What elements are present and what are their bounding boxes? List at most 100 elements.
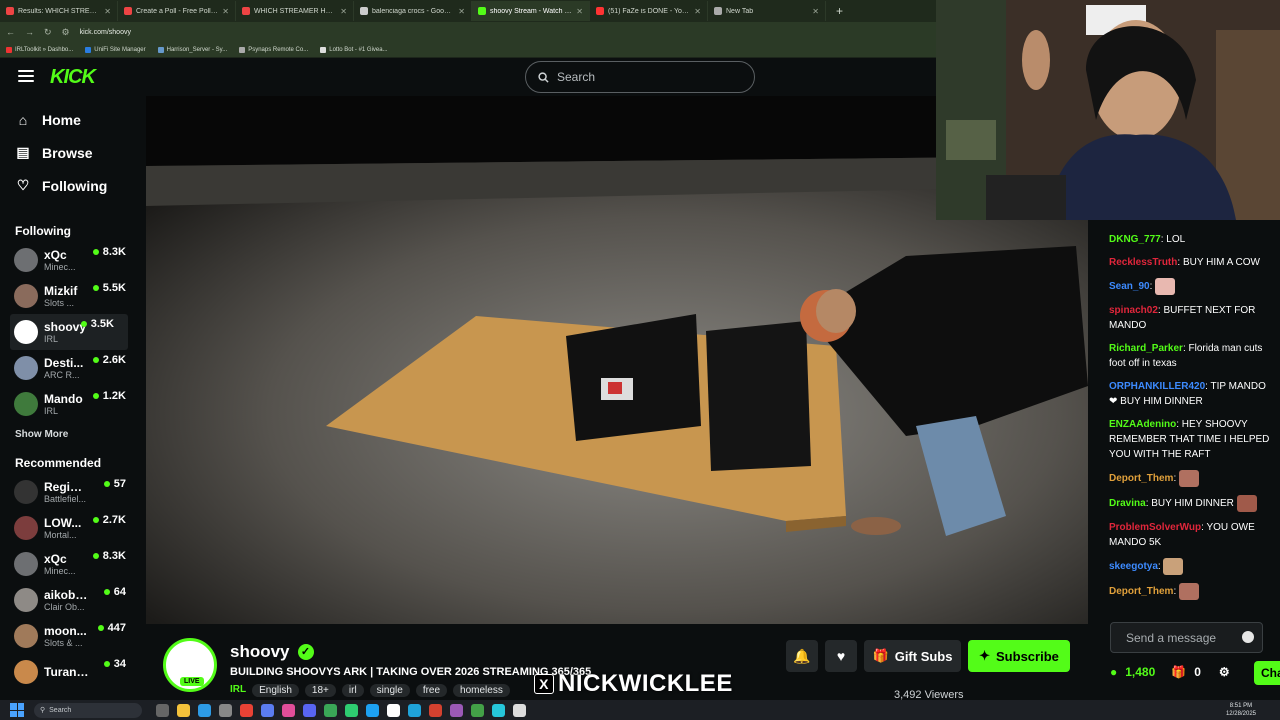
browser-tab[interactable]: Results: WHICH STREAMER HAS✕ [0, 1, 118, 21]
chat-username[interactable]: Deport_Them [1109, 586, 1173, 597]
tab-close-icon[interactable]: ✕ [340, 7, 347, 16]
windows-start-icon[interactable] [10, 703, 24, 717]
chat-username[interactable]: spinach02 [1109, 305, 1158, 316]
sidebar-channel[interactable]: xQc Minec... 8.3K [0, 546, 140, 582]
sidebar-channel[interactable]: xQc Minec... 8.3K [0, 242, 140, 278]
app-icon[interactable] [429, 703, 442, 717]
sidebar-channel[interactable]: Regime...Battlefiel... 57 [0, 474, 140, 510]
tab-close-icon[interactable]: ✕ [222, 7, 229, 16]
tab-close-icon[interactable]: ✕ [576, 7, 583, 16]
app-icon[interactable] [408, 703, 421, 717]
edge-icon[interactable] [198, 703, 211, 717]
tab-favicon-icon [242, 7, 250, 15]
kick-logo[interactable]: KICK [50, 66, 96, 89]
chat-send-button[interactable]: Cha [1254, 661, 1280, 685]
chrome-icon[interactable] [240, 703, 253, 717]
subscribe-button[interactable]: ✦ Subscribe [968, 640, 1070, 672]
app-icon[interactable] [282, 703, 295, 717]
sidebar-channel[interactable]: aikoblissClair Ob... 64 [0, 582, 140, 618]
site-info-icon[interactable]: ⚙ [62, 27, 70, 38]
stream-tag[interactable]: single [369, 684, 410, 697]
obs-icon[interactable] [513, 703, 526, 717]
store-icon[interactable] [219, 703, 232, 717]
chat-username[interactable]: Deport_Them [1109, 473, 1173, 484]
sidebar-channel[interactable]: Desti... ARC R... 2.6K [0, 350, 140, 386]
nav-browse[interactable]: ▤ Browse [0, 136, 140, 169]
sidebar-channel[interactable]: LOW... Mortal... 2.7K [0, 510, 140, 546]
browser-tab[interactable]: Create a Poll - Free Poll Maker✕ [118, 1, 236, 21]
bookmark-item[interactable]: UniFi Site Manager [85, 46, 146, 53]
chat-username[interactable]: DKNG_777 [1109, 234, 1161, 245]
stream-tag[interactable]: free [415, 684, 448, 697]
browser-tab[interactable]: shoovy Stream - Watch Liv ✕ [472, 1, 590, 21]
tab-close-icon[interactable]: ✕ [812, 7, 819, 16]
app-icon[interactable] [345, 703, 358, 717]
stream-tag[interactable]: 18+ [304, 684, 336, 697]
chat-username[interactable]: Dravina [1109, 498, 1146, 509]
app-icon[interactable] [324, 703, 337, 717]
chat-message: Dravina: BUY HIM DINNER [1096, 495, 1280, 512]
app-icon[interactable] [450, 703, 463, 717]
bookmark-item[interactable]: Psynaps Remote Co... [239, 46, 308, 53]
category-link[interactable]: IRL [230, 684, 246, 697]
streamer-name[interactable]: shoovy [230, 642, 290, 662]
sidebar-channel[interactable]: Mizkif Slots ... 5.5K [0, 278, 140, 314]
stream-tag[interactable]: homeless [453, 684, 510, 697]
chat-username[interactable]: ENZAAdenino [1109, 419, 1176, 430]
settings-icon[interactable]: ⚙ [1219, 665, 1230, 679]
chat-input[interactable]: Send a message [1110, 622, 1263, 653]
bookmark-item[interactable]: Harrison_Server - Sy... [157, 46, 227, 53]
search-input[interactable]: Search [525, 61, 755, 93]
show-more-link[interactable]: Show More [0, 422, 140, 448]
reload-icon[interactable]: ↻ [44, 27, 52, 38]
bookmark-item[interactable]: Lotto Bot - #1 Givea... [320, 46, 388, 53]
sidebar-channel[interactable]: Mando IRL 1.2K [0, 386, 140, 422]
nav-home[interactable]: ⌂ Home [0, 103, 140, 136]
channel-category: ARC R... [44, 370, 80, 380]
chat-username[interactable]: ORPHANKILLER420 [1109, 381, 1205, 392]
back-icon[interactable]: ← [6, 27, 15, 37]
tab-close-icon[interactable]: ✕ [104, 7, 111, 16]
emoji-icon[interactable] [1242, 631, 1254, 643]
chat-username[interactable]: Sean_90 [1109, 281, 1150, 292]
task-view-icon[interactable] [156, 703, 169, 717]
notification-bell-button[interactable]: 🔔 [786, 640, 818, 672]
file-explorer-icon[interactable] [177, 703, 190, 717]
live-dot-icon [92, 249, 99, 255]
chat-username[interactable]: Richard_Parker [1109, 343, 1183, 354]
sidebar-channel[interactable]: moon... Slots & ... 447 [0, 618, 140, 654]
app-icon[interactable] [261, 703, 274, 717]
chat-username[interactable]: skeegotya [1109, 561, 1158, 572]
gift-icon[interactable]: 🎁 [1171, 665, 1186, 679]
app-icon[interactable] [492, 703, 505, 717]
bookmark-item[interactable]: IRLToolkit » Dashbo... [6, 46, 73, 53]
taskbar-search[interactable]: ⚲ Search [34, 702, 142, 718]
app-icon[interactable] [366, 703, 379, 717]
taskbar-clock[interactable]: 8:51 PM 12/28/2025 [1226, 702, 1256, 718]
sidebar-channel[interactable]: TuranS... 34 [0, 654, 140, 690]
points-icon[interactable]: ● [1110, 665, 1117, 679]
tab-close-icon[interactable]: ✕ [458, 7, 465, 16]
stream-tag[interactable]: English [252, 684, 299, 697]
sidebar-channel[interactable]: shoovy IRL 3.5K [10, 314, 128, 350]
browser-tab[interactable]: New Tab ✕ [708, 1, 826, 21]
tab-favicon-icon [478, 7, 486, 15]
chat-username[interactable]: ProblemSolverWup [1109, 522, 1201, 533]
browser-tab[interactable]: balenciaga crocs - Google Sea ✕ [354, 1, 472, 21]
chat-username[interactable]: RecklessTruth [1109, 257, 1177, 268]
channel-points[interactable]: 1,480 [1125, 665, 1155, 679]
browser-tab[interactable]: WHICH STREAMER HAS THE B ✕ [236, 1, 354, 21]
app-icon[interactable] [387, 703, 400, 717]
discord-icon[interactable] [303, 703, 316, 717]
stream-tag[interactable]: irl [341, 684, 364, 697]
forward-icon[interactable]: → [25, 27, 34, 37]
tab-close-icon[interactable]: ✕ [694, 7, 701, 16]
browser-tab[interactable]: (51) FaZe is DONE - YouTube ✕ [590, 1, 708, 21]
app-icon[interactable] [471, 703, 484, 717]
follow-heart-button[interactable]: ♥ [825, 640, 857, 672]
menu-icon[interactable] [18, 70, 34, 82]
gift-subs-button[interactable]: 🎁 Gift Subs [864, 640, 961, 672]
nav-following[interactable]: ♡ Following [0, 169, 140, 202]
address-field[interactable]: kick.com/shoovy [80, 29, 131, 36]
new-tab-icon[interactable]: + [826, 4, 853, 18]
